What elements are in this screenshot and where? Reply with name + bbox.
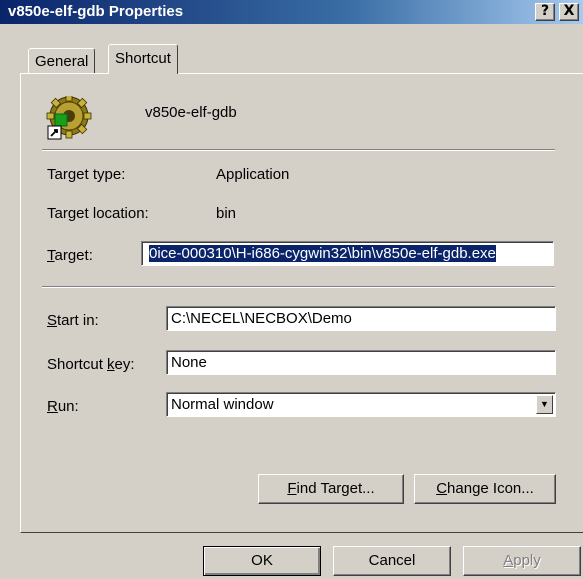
tab-shortcut[interactable]: Shortcut bbox=[108, 44, 178, 74]
tab-general[interactable]: General bbox=[28, 48, 96, 74]
title-bar[interactable]: v850e-elf-gdb Properties ? X bbox=[0, 0, 583, 24]
window-title: v850e-elf-gdb Properties bbox=[8, 3, 184, 20]
cancel-button[interactable]: Cancel bbox=[333, 546, 451, 576]
apply-button[interactable]: Apply bbox=[463, 546, 581, 576]
properties-dialog: v850e-elf-gdb Properties ? X General Sho… bbox=[0, 0, 583, 579]
shortcut-tab-panel bbox=[20, 73, 583, 533]
help-button[interactable]: ? bbox=[535, 3, 555, 21]
ok-button[interactable]: OK bbox=[203, 546, 321, 576]
close-button[interactable]: X bbox=[559, 3, 579, 21]
